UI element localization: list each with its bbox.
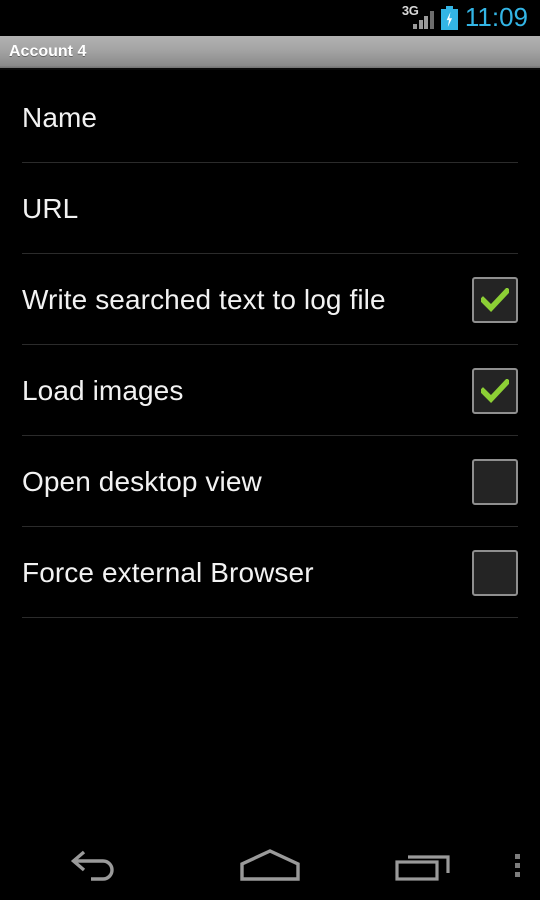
check-icon (481, 287, 509, 312)
settings-list: Name URL Write searched text to log file… (0, 70, 540, 830)
title-bar: Account 4 (0, 36, 540, 70)
navigation-bar (0, 830, 540, 900)
recent-apps-button[interactable] (350, 830, 495, 900)
signal-strength-bars (413, 9, 434, 29)
status-bar-clock: 11:09 (464, 2, 528, 32)
row-divider (22, 617, 518, 618)
list-item-label: Write searched text to log file (22, 283, 386, 315)
page-title: Account 4 (9, 43, 87, 60)
signal-bars-icon: 3G (402, 4, 434, 31)
overflow-menu-button[interactable] (495, 830, 540, 900)
recent-apps-icon (394, 855, 450, 881)
list-item-label: Force external Browser (22, 556, 314, 588)
list-item-label: Name (22, 101, 98, 133)
check-icon (481, 378, 509, 403)
list-item[interactable]: URL (0, 163, 540, 254)
checkbox-write-searched-text-to-log-file[interactable] (472, 276, 518, 323)
status-bar: 3G 11:09 (0, 0, 540, 36)
status-bar-right-group: 3G 11:09 (402, 4, 528, 32)
back-button[interactable] (0, 830, 190, 900)
list-item[interactable]: Force external Browser (0, 527, 540, 618)
list-item[interactable]: Load images (0, 345, 540, 436)
home-icon (240, 849, 300, 881)
list-item[interactable]: Write searched text to log file (0, 254, 540, 345)
checkbox-force-external-browser[interactable] (472, 549, 518, 596)
overflow-menu-icon (515, 853, 520, 877)
back-arrow-icon (70, 850, 114, 881)
list-item[interactable]: Name (0, 72, 540, 163)
list-item[interactable]: Open desktop view (0, 436, 540, 527)
checkbox-open-desktop-view[interactable] (472, 458, 518, 505)
phone-screen: 3G 11:09 Account 4 Name URL Write search… (0, 0, 540, 900)
battery-charging-icon (440, 6, 458, 30)
list-item-label: URL (22, 192, 79, 224)
list-item-label: Open desktop view (22, 465, 262, 497)
checkbox-load-images[interactable] (472, 367, 518, 414)
home-button[interactable] (190, 830, 350, 900)
list-item-label: Load images (22, 374, 184, 406)
